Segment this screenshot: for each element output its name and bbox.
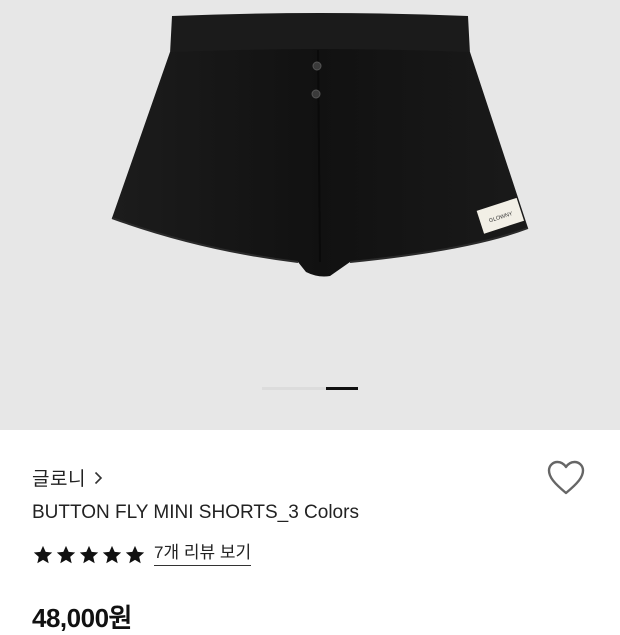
star-icon	[33, 545, 53, 563]
heart-outline-icon[interactable]	[546, 460, 586, 496]
product-image-carousel[interactable]: GLOWNY	[0, 0, 620, 430]
rating-row: 7개 리뷰 보기	[32, 543, 252, 566]
star-rating	[32, 544, 146, 566]
chevron-right-icon	[94, 471, 103, 484]
brand-link[interactable]: 글로니	[32, 464, 103, 491]
product-info: 글로니 BUTTON FLY MINI SHORTS_3 Colors 7개 리…	[0, 430, 620, 633]
brand-name: 글로니	[32, 469, 86, 490]
star-icon	[56, 545, 76, 563]
star-icon	[102, 545, 122, 563]
fly-button	[311, 89, 321, 99]
star-icon	[79, 545, 99, 563]
product-price: 48,000원	[32, 603, 132, 633]
carousel-indicator	[262, 387, 358, 390]
product-image-shorts: GLOWNY	[111, 13, 529, 277]
carousel-indicator-active	[326, 387, 358, 390]
fly-button	[312, 61, 322, 71]
product-title: BUTTON FLY MINI SHORTS_3 Colors	[32, 502, 359, 523]
star-icon	[125, 545, 145, 563]
review-link[interactable]: 7개 리뷰 보기	[154, 543, 252, 566]
